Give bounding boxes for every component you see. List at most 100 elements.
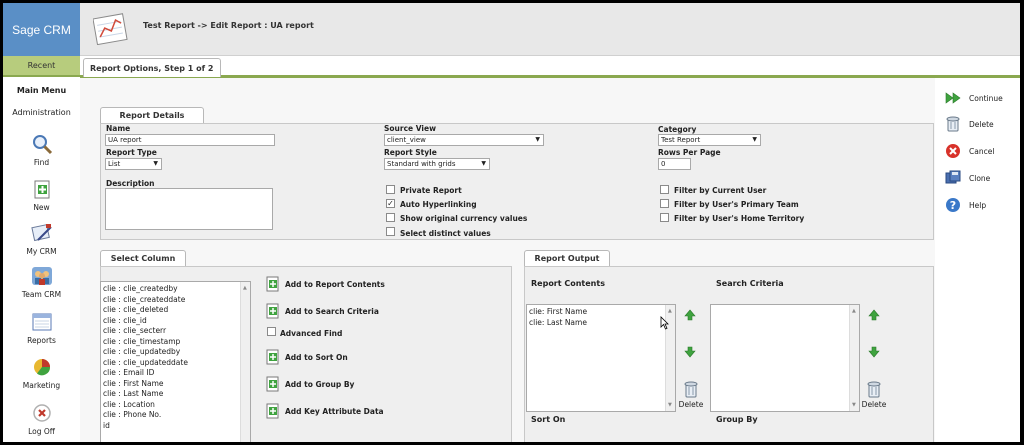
nav-label: Reports: [27, 336, 56, 345]
action-label: Add to Sort On: [285, 352, 348, 362]
advanced-find-checkbox[interactable]: [267, 327, 276, 336]
delete-label: Delete: [678, 400, 704, 409]
search-criteria-listbox[interactable]: ▲ ▼: [710, 304, 860, 412]
filter-current-user-checkbox[interactable]: [660, 185, 669, 194]
reports-icon: [32, 313, 51, 331]
nav-label: Team CRM: [21, 290, 62, 299]
list-item[interactable]: clie : clie_secterr: [103, 326, 248, 337]
list-item[interactable]: clie : First Name: [103, 379, 248, 390]
auto-hyperlinking-checkbox[interactable]: ✓: [386, 199, 395, 208]
add-document-icon: [266, 303, 279, 319]
list-item[interactable]: id: [103, 421, 248, 432]
filter-primary-team-label: Filter by User's Primary Team: [674, 200, 799, 209]
brand-logo[interactable]: Sage CRM: [3, 3, 80, 56]
nav-item-marketing[interactable]: Marketing: [3, 356, 80, 390]
column-list-scrollbar[interactable]: ▲: [240, 282, 250, 442]
nav-item-team-crm[interactable]: Team CRM: [3, 265, 80, 299]
rows-per-page-input[interactable]: 0: [658, 158, 691, 170]
search-criteria-delete-button[interactable]: Delete: [861, 380, 887, 409]
scroll-down-icon[interactable]: ▼: [852, 400, 856, 411]
action-label: Clone: [969, 173, 991, 183]
report-type-label: Report Type: [106, 148, 157, 157]
scroll-up-icon[interactable]: ▲: [668, 306, 672, 317]
nav-label: Find: [33, 158, 50, 167]
move-down-icon[interactable]: [868, 346, 880, 358]
list-item[interactable]: clie : clie_timestamp: [103, 337, 248, 348]
filter-home-territory-checkbox[interactable]: [660, 213, 669, 222]
report-type-select[interactable]: List ▼: [105, 158, 162, 170]
rows-per-page-label: Rows Per Page: [658, 148, 721, 157]
add-sort-on-button[interactable]: Add to Sort On: [266, 349, 348, 365]
list-item[interactable]: clie: First Name: [529, 307, 673, 318]
filter-primary-team-checkbox[interactable]: [660, 199, 669, 208]
nav-item-log-off[interactable]: Log Off: [3, 402, 80, 436]
description-label: Description: [106, 179, 155, 188]
show-currency-label: Show original currency values: [400, 214, 528, 223]
list-item[interactable]: clie : Location: [103, 400, 248, 411]
category-label: Category: [658, 125, 697, 134]
report-contents-listbox[interactable]: clie: First Name clie: Last Name ▲ ▼: [526, 304, 676, 412]
chevron-down-icon: ▼: [481, 160, 486, 167]
nav-item-reports[interactable]: Reports: [3, 311, 80, 345]
page-title: Test Report -> Edit Report : UA report: [143, 21, 314, 30]
chevron-down-icon: ▼: [153, 160, 158, 167]
add-key-attribute-button[interactable]: Add Key Attribute Data: [266, 403, 384, 419]
category-select[interactable]: Test Report ▼: [658, 134, 761, 146]
private-report-checkbox[interactable]: [386, 185, 395, 194]
main-content: Report Details Name UA report Source Vie…: [80, 78, 935, 442]
recent-tab[interactable]: Recent: [3, 56, 80, 77]
clone-button[interactable]: Clone: [945, 170, 990, 186]
list-item[interactable]: clie : Phone No.: [103, 410, 248, 421]
cancel-button[interactable]: Cancel: [945, 143, 994, 159]
select-distinct-checkbox[interactable]: [386, 227, 395, 236]
add-report-contents-button[interactable]: Add to Report Contents: [266, 276, 385, 292]
name-input[interactable]: UA report: [105, 134, 275, 146]
column-listbox[interactable]: clie : clie_createdby clie : clie_create…: [100, 281, 251, 442]
main-menu-link[interactable]: Main Menu: [3, 86, 80, 95]
list-item[interactable]: clie : clie_id: [103, 316, 248, 327]
chevron-down-icon: ▼: [535, 136, 540, 143]
tab-report-details[interactable]: Report Details: [100, 107, 204, 123]
nav-item-find[interactable]: Find: [3, 133, 80, 167]
new-document-icon: [34, 180, 49, 199]
source-view-select[interactable]: client_view ▼: [384, 134, 544, 146]
scroll-up-icon[interactable]: ▲: [852, 306, 856, 317]
list-item[interactable]: clie : clie_createddate: [103, 295, 248, 306]
description-textarea[interactable]: [105, 188, 273, 230]
administration-link[interactable]: Administration: [3, 108, 80, 117]
nav-item-my-crm[interactable]: My CRM: [3, 222, 80, 256]
report-style-select[interactable]: Standard with grids ▼: [384, 158, 490, 170]
move-down-icon[interactable]: [684, 346, 696, 358]
delete-button[interactable]: Delete: [945, 116, 994, 132]
help-button[interactable]: ? Help: [945, 197, 986, 213]
list-item[interactable]: clie : clie_deleted: [103, 305, 248, 316]
magnifier-icon: [32, 135, 52, 155]
list-item[interactable]: clie : clie_createdby: [103, 284, 248, 295]
show-currency-checkbox[interactable]: [386, 213, 395, 222]
list-item[interactable]: clie: Last Name: [529, 318, 673, 329]
move-up-icon[interactable]: [868, 309, 880, 321]
list-item[interactable]: clie : Email ID: [103, 368, 248, 379]
action-label: Delete: [969, 119, 994, 129]
action-bar: Continue Delete Cancel Clone ? Help: [935, 78, 1020, 442]
add-search-criteria-button[interactable]: Add to Search Criteria: [266, 303, 379, 319]
tab-report-output[interactable]: Report Output: [524, 250, 610, 266]
add-document-icon: [266, 276, 279, 292]
report-contents-delete-button[interactable]: Delete: [678, 380, 704, 409]
scroll-down-icon[interactable]: ▼: [668, 400, 672, 411]
nav-label: New: [33, 203, 50, 212]
list-item[interactable]: clie : Last Name: [103, 389, 248, 400]
move-up-icon[interactable]: [684, 309, 696, 321]
mouse-cursor-icon: [660, 316, 669, 330]
action-label: Continue: [969, 93, 1003, 103]
tab-report-options[interactable]: Report Options, Step 1 of 2: [83, 58, 221, 77]
tab-select-column[interactable]: Select Column: [100, 250, 186, 266]
search-criteria-scrollbar[interactable]: ▲ ▼: [849, 305, 859, 411]
nav-item-new[interactable]: New: [3, 178, 80, 212]
list-item[interactable]: clie : clie_updateddate: [103, 358, 248, 369]
nav-label: Marketing: [22, 381, 61, 390]
add-group-by-button[interactable]: Add to Group By: [266, 376, 354, 392]
scroll-up-icon[interactable]: ▲: [243, 283, 247, 294]
continue-button[interactable]: Continue: [945, 90, 1003, 106]
list-item[interactable]: clie : clie_updatedby: [103, 347, 248, 358]
